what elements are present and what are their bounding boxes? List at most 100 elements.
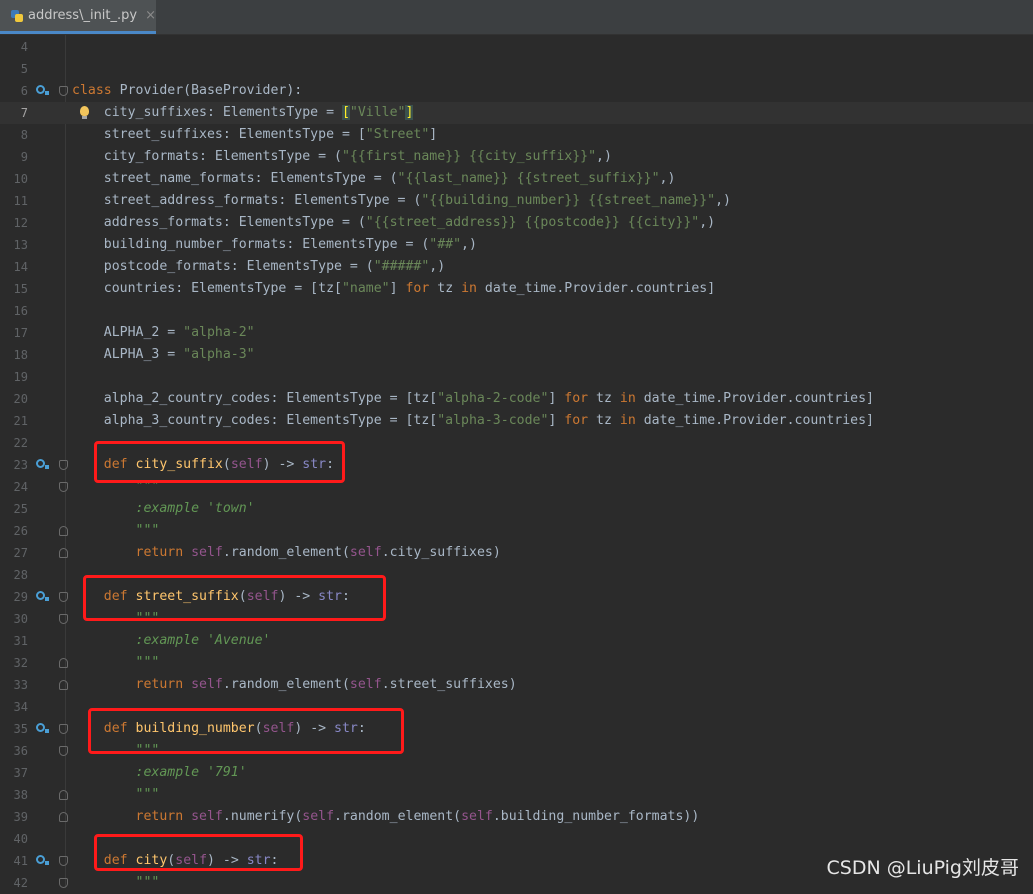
code-line[interactable]: 12 address_formats: ElementsType = ("{{s… xyxy=(0,212,1033,234)
line-number: 23 xyxy=(13,458,28,472)
fold-marker-icon[interactable] xyxy=(59,724,68,734)
code-text: :example 'town' xyxy=(72,501,255,516)
code-line[interactable]: 25 :example 'town' xyxy=(0,498,1033,520)
line-number: 25 xyxy=(13,502,28,516)
code-line[interactable]: 27 return self.random_element(self.city_… xyxy=(0,542,1033,564)
line-number: 17 xyxy=(13,326,28,340)
line-number: 14 xyxy=(13,260,28,274)
line-number: 4 xyxy=(20,40,28,54)
code-text: street_suffixes: ElementsType = ["Street… xyxy=(72,127,438,142)
highlight-box-street-suffix xyxy=(83,575,386,621)
line-number: 35 xyxy=(13,722,28,736)
line-number: 34 xyxy=(13,700,28,714)
code-line[interactable]: 37 :example '791' xyxy=(0,762,1033,784)
line-number: 9 xyxy=(20,150,28,164)
fold-marker-icon[interactable] xyxy=(59,658,68,668)
line-number: 19 xyxy=(13,370,28,384)
code-text: city_formats: ElementsType = ("{{first_n… xyxy=(72,149,612,164)
code-text: alpha_2_country_codes: ElementsType = [t… xyxy=(72,391,874,406)
line-number: 28 xyxy=(13,568,28,582)
line-number: 42 xyxy=(13,876,28,890)
code-line[interactable]: 26 """ xyxy=(0,520,1033,542)
override-marker-icon[interactable] xyxy=(36,591,49,601)
line-number: 36 xyxy=(13,744,28,758)
fold-marker-icon[interactable] xyxy=(59,746,68,756)
override-marker-icon[interactable] xyxy=(36,723,49,733)
fold-marker-icon[interactable] xyxy=(59,878,68,888)
line-number: 12 xyxy=(13,216,28,230)
line-number: 15 xyxy=(13,282,28,296)
code-line[interactable]: 7 city_suffixes: ElementsType = ["Ville"… xyxy=(0,102,1033,124)
python-file-icon xyxy=(10,9,23,23)
code-line[interactable]: 20 alpha_2_country_codes: ElementsType =… xyxy=(0,388,1033,410)
code-line[interactable]: 4 xyxy=(0,36,1033,58)
line-number: 32 xyxy=(13,656,28,670)
code-line[interactable]: 10 street_name_formats: ElementsType = (… xyxy=(0,168,1033,190)
code-line[interactable]: 14 postcode_formats: ElementsType = ("##… xyxy=(0,256,1033,278)
code-line[interactable]: 13 building_number_formats: ElementsType… xyxy=(0,234,1033,256)
code-line[interactable]: 21 alpha_3_country_codes: ElementsType =… xyxy=(0,410,1033,432)
tab-filename: address\_init_.py xyxy=(28,8,138,23)
code-line[interactable]: 11 street_address_formats: ElementsType … xyxy=(0,190,1033,212)
watermark: CSDN @LiuPig刘皮哥 xyxy=(826,857,1020,879)
code-line[interactable]: 8 street_suffixes: ElementsType = ["Stre… xyxy=(0,124,1033,146)
fold-marker-icon[interactable] xyxy=(59,592,68,602)
code-text: ALPHA_3 = "alpha-3" xyxy=(72,347,255,362)
fold-marker-icon[interactable] xyxy=(59,482,68,492)
fold-marker-icon[interactable] xyxy=(59,526,68,536)
line-number: 37 xyxy=(13,766,28,780)
code-line[interactable]: 31 :example 'Avenue' xyxy=(0,630,1033,652)
code-text: return self.random_element(self.street_s… xyxy=(135,677,517,692)
code-text: """ xyxy=(72,655,160,670)
line-number: 16 xyxy=(13,304,28,318)
fold-marker-icon[interactable] xyxy=(59,790,68,800)
code-line[interactable]: 16 xyxy=(0,300,1033,322)
line-number: 40 xyxy=(13,832,28,846)
code-text: """ xyxy=(72,523,160,538)
code-line[interactable]: 5 xyxy=(0,58,1033,80)
code-text: street_address_formats: ElementsType = (… xyxy=(72,193,731,208)
fold-marker-icon[interactable] xyxy=(59,680,68,690)
code-line[interactable]: 38 """ xyxy=(0,784,1033,806)
override-marker-icon[interactable] xyxy=(36,459,49,469)
code-line[interactable]: 33 return self.random_element(self.stree… xyxy=(0,674,1033,696)
code-line[interactable]: 18 ALPHA_3 = "alpha-3" xyxy=(0,344,1033,366)
close-icon[interactable]: × xyxy=(145,8,156,23)
code-text: return self.numerify(self.random_element… xyxy=(135,809,700,824)
line-number: 21 xyxy=(13,414,28,428)
line-number: 38 xyxy=(13,788,28,802)
line-number: 20 xyxy=(13,392,28,406)
code-line[interactable]: 9 city_formats: ElementsType = ("{{first… xyxy=(0,146,1033,168)
fold-marker-icon[interactable] xyxy=(59,86,68,96)
line-number: 11 xyxy=(13,194,28,208)
code-line[interactable]: 6 class Provider(BaseProvider): xyxy=(0,80,1033,102)
highlight-box-city-suffix xyxy=(94,441,345,483)
line-number: 26 xyxy=(13,524,28,538)
fold-marker-icon[interactable] xyxy=(59,812,68,822)
highlight-box-building-number xyxy=(88,708,404,754)
fold-marker-icon[interactable] xyxy=(59,856,68,866)
code-text: postcode_formats: ElementsType = ("#####… xyxy=(72,259,446,274)
line-number: 30 xyxy=(13,612,28,626)
fold-marker-icon[interactable] xyxy=(59,548,68,558)
code-text: address_formats: ElementsType = ("{{stre… xyxy=(72,215,716,230)
code-line[interactable]: 32 """ xyxy=(0,652,1033,674)
line-number: 18 xyxy=(13,348,28,362)
line-number: 7 xyxy=(20,106,28,120)
line-number: 41 xyxy=(13,854,28,868)
fold-marker-icon[interactable] xyxy=(59,614,68,624)
code-text: class Provider(BaseProvider): xyxy=(72,83,303,98)
line-number: 13 xyxy=(13,238,28,252)
code-line[interactable]: 15 countries: ElementsType = [tz["name"]… xyxy=(0,278,1033,300)
editor-tab-bar: address\_init_.py × xyxy=(0,0,1033,35)
code-line[interactable]: 19 xyxy=(0,366,1033,388)
code-text: :example '791' xyxy=(72,765,247,780)
code-line[interactable]: 39 return self.numerify(self.random_elem… xyxy=(0,806,1033,828)
code-text: city_suffixes: ElementsType = ["Ville"] xyxy=(72,105,414,120)
fold-marker-icon[interactable] xyxy=(59,460,68,470)
line-number: 5 xyxy=(20,62,28,76)
override-marker-icon[interactable] xyxy=(36,85,49,95)
override-marker-icon[interactable] xyxy=(36,855,49,865)
tab-address-init[interactable]: address\_init_.py × xyxy=(0,0,156,34)
code-line[interactable]: 17 ALPHA_2 = "alpha-2" xyxy=(0,322,1033,344)
